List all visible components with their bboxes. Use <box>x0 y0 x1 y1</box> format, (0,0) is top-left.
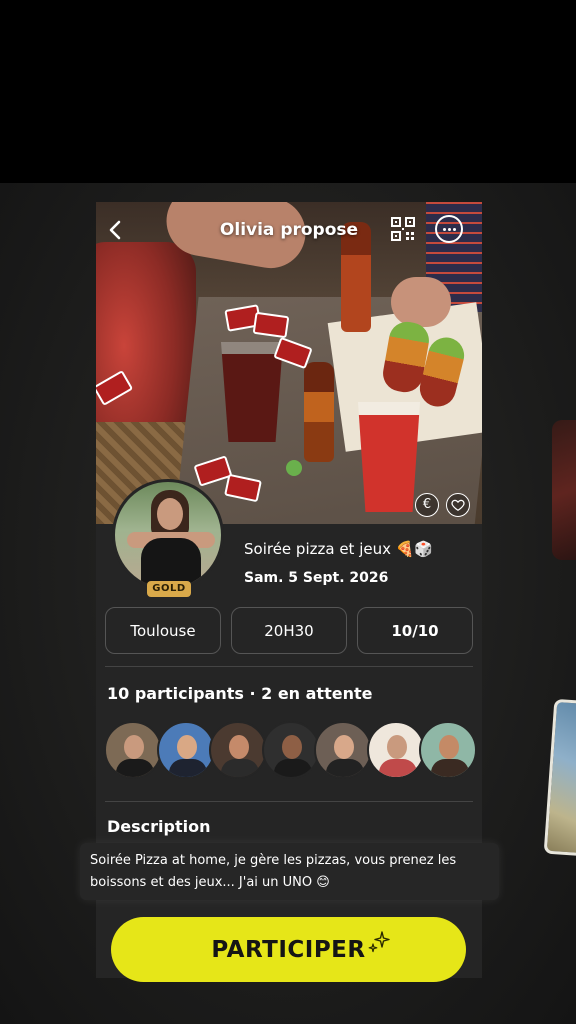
description-line-1: Soirée Pizza at home, je gère les pizzas… <box>90 853 457 868</box>
participant-avatar[interactable] <box>156 721 215 779</box>
top-bar: Olivia propose <box>96 202 482 258</box>
participant-avatar[interactable] <box>104 721 162 779</box>
favorite-button[interactable] <box>446 493 470 517</box>
capacity-pill: 10/10 <box>357 607 473 654</box>
divider <box>105 801 473 802</box>
participant-avatar[interactable] <box>366 721 425 779</box>
event-name: Soirée pizza et jeux 🍕🎲 <box>244 540 434 558</box>
participant-avatar[interactable] <box>209 721 267 779</box>
participants-avatars <box>104 721 482 781</box>
gold-badge: GOLD <box>147 581 191 597</box>
participant-avatar[interactable] <box>314 721 372 779</box>
euro-icon: € <box>415 493 439 517</box>
sparkle-icon <box>368 931 390 953</box>
city-pill: Toulouse <box>105 607 221 654</box>
event-date: Sam. 5 Sept. 2026 <box>244 570 389 586</box>
participant-avatar[interactable] <box>261 721 320 779</box>
description-title: Description <box>107 817 211 836</box>
page-title: Olivia propose <box>219 220 359 240</box>
description-text: Soirée Pizza at home, je gère les pizzas… <box>80 843 499 900</box>
participate-label: PARTICIPER <box>211 936 366 963</box>
qr-code-icon <box>391 217 415 241</box>
description-line-2: boissons et des jeux... J'ai un UNO 😊 <box>90 875 330 890</box>
qr-code-button[interactable] <box>390 216 416 242</box>
top-letterbox <box>0 0 576 183</box>
more-dot-icon <box>442 227 446 231</box>
more-options-button[interactable] <box>435 215 463 243</box>
heart-icon <box>451 499 465 512</box>
participants-title: 10 participants · 2 en attente <box>107 684 373 703</box>
next-card-peek[interactable] <box>552 420 576 560</box>
host-avatar[interactable] <box>112 479 224 591</box>
divider <box>105 666 473 667</box>
participant-avatar[interactable] <box>419 721 477 779</box>
time-pill: 20H30 <box>231 607 347 654</box>
participate-button[interactable]: PARTICIPER <box>111 917 466 982</box>
